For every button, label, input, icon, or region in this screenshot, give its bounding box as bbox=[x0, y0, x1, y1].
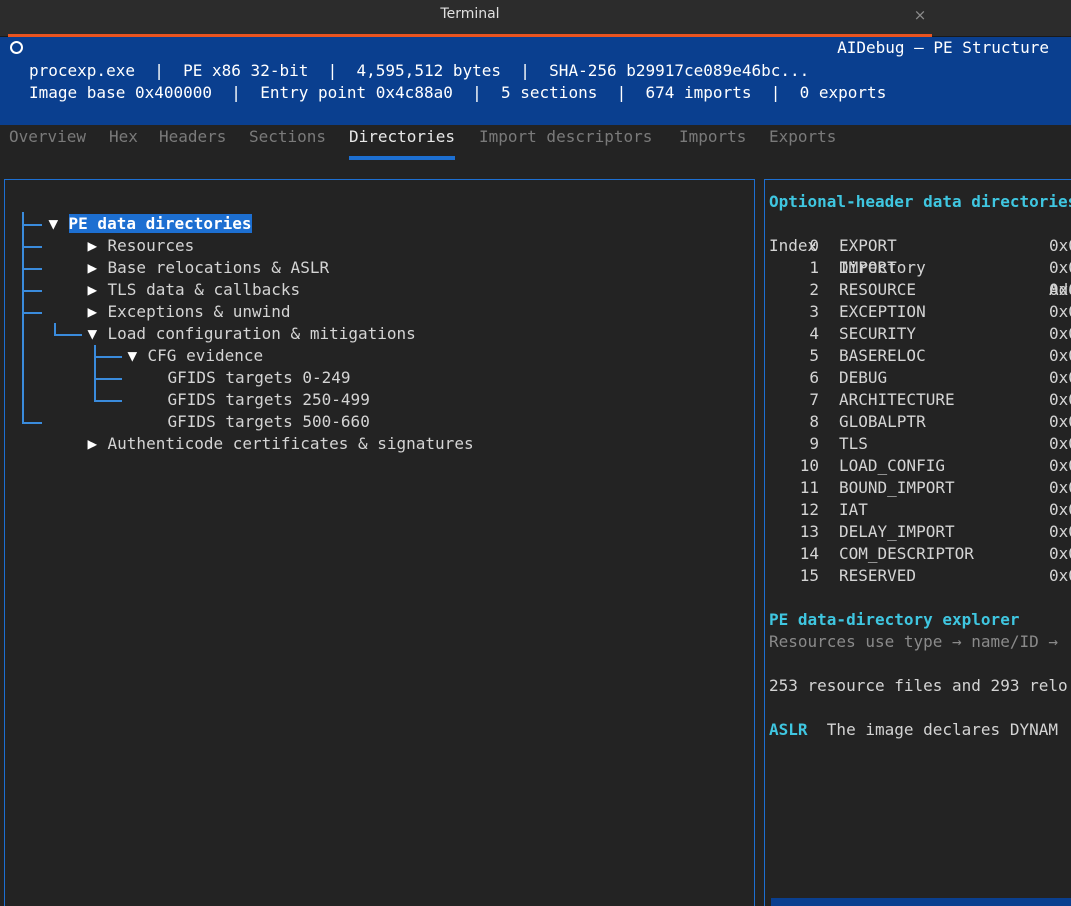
tree-item-authenticode[interactable]: ▶ Authenticode certificates & signatures bbox=[49, 411, 474, 453]
tree-item-gfids-2[interactable]: GFIDS targets 500-660 bbox=[129, 389, 370, 431]
terminal-tab[interactable]: Terminal × bbox=[8, 0, 932, 37]
tree-item-resources[interactable]: ▶ Resources bbox=[49, 213, 195, 255]
dir-address: 0x0 bbox=[1049, 258, 1071, 277]
directories-table-header: Index Directory Address bbox=[769, 213, 1071, 299]
dir-index: 7 bbox=[809, 390, 819, 409]
dir-address: 0x0 bbox=[1049, 434, 1071, 453]
aslr-text: The image declares DYNAM bbox=[826, 720, 1058, 739]
dir-address: 0x0 bbox=[1049, 236, 1071, 255]
tree-root[interactable]: ▼ PE data directories bbox=[10, 191, 252, 233]
directories-heading: Optional-header data directories bbox=[769, 192, 1071, 211]
dir-address: 0x0 bbox=[1049, 412, 1071, 431]
tab-exports[interactable]: Exports bbox=[769, 125, 836, 160]
tab-overview[interactable]: Overview bbox=[9, 125, 86, 160]
view-tabs: Overview Hex Headers Sections Directorie… bbox=[0, 125, 1071, 160]
tree-item-cfg-evidence[interactable]: ▼ CFG evidence bbox=[89, 323, 264, 365]
dir-name: IAT bbox=[839, 500, 868, 519]
dir-address: 0x0 bbox=[1049, 390, 1071, 409]
status-circle-icon bbox=[10, 41, 23, 54]
dir-index: 6 bbox=[809, 368, 819, 387]
dir-name: EXCEPTION bbox=[839, 302, 926, 321]
dir-address: 0x0 bbox=[1049, 302, 1071, 321]
tab-hex[interactable]: Hex bbox=[109, 125, 138, 160]
dir-name: SECURITY bbox=[839, 324, 917, 343]
panel-scrollbar[interactable] bbox=[771, 898, 1071, 906]
directory-details-panel: Optional-header data directories Index D… bbox=[764, 179, 1071, 906]
tree-item-gfids-0[interactable]: GFIDS targets 0-249 bbox=[129, 345, 351, 387]
dir-name: EXPORT bbox=[839, 236, 897, 255]
dir-index: 8 bbox=[809, 412, 819, 431]
tree-guide-branch bbox=[22, 290, 42, 292]
dir-address: 0x0 bbox=[1049, 522, 1071, 541]
tab-import-descriptors[interactable]: Import descriptors bbox=[479, 125, 652, 160]
explorer-subtitle: Resources use type → name/ID → bbox=[769, 632, 1058, 651]
app-header: AIDebug — PE Structure bbox=[0, 37, 1071, 59]
aslr-label: ASLR bbox=[769, 720, 808, 739]
tree-item-exceptions[interactable]: ▶ Exceptions & unwind bbox=[49, 279, 291, 321]
chevron-right-icon[interactable]: ▶ bbox=[88, 433, 108, 455]
tree-guide-branch bbox=[22, 268, 42, 270]
close-icon[interactable]: × bbox=[910, 5, 930, 25]
dir-index: 11 bbox=[799, 478, 819, 497]
tree-guide-branch bbox=[22, 422, 42, 424]
dir-index: 9 bbox=[809, 434, 819, 453]
file-summary: procexp.exe | PE x86 32-bit | 4,595,512 … bbox=[0, 59, 1071, 125]
tree-guide-branch bbox=[22, 312, 42, 314]
dir-name: TLS bbox=[839, 434, 868, 453]
tab-sections[interactable]: Sections bbox=[249, 125, 326, 160]
tab-directories[interactable]: Directories bbox=[349, 125, 455, 160]
dir-index: 2 bbox=[809, 280, 819, 299]
explorer-stats: 253 resource files and 293 relo bbox=[769, 676, 1068, 695]
dir-name: RESERVED bbox=[839, 566, 917, 585]
dir-address: 0x0 bbox=[1049, 478, 1071, 497]
dir-name: LOAD_CONFIG bbox=[839, 456, 945, 475]
summary-line-1: procexp.exe | PE x86 32-bit | 4,595,512 … bbox=[29, 61, 810, 80]
explorer-heading: PE data-directory explorer bbox=[769, 610, 1020, 629]
dir-index: 5 bbox=[809, 346, 819, 365]
tab-imports[interactable]: Imports bbox=[679, 125, 746, 160]
tab-headers[interactable]: Headers bbox=[159, 125, 226, 160]
dir-index: 12 bbox=[799, 500, 819, 519]
explorer-aslr-line: ASLR The image declares DYNAM bbox=[769, 719, 1058, 741]
tree-item-gfids-1[interactable]: GFIDS targets 250-499 bbox=[129, 367, 370, 409]
dir-index: 14 bbox=[799, 544, 819, 563]
dir-address: 0x0 bbox=[1049, 566, 1071, 585]
dir-index: 1 bbox=[809, 258, 819, 277]
dir-name: ARCHITECTURE bbox=[839, 390, 955, 409]
dir-address: 0x0 bbox=[1049, 500, 1071, 519]
dir-address: 0x0 bbox=[1049, 280, 1071, 299]
dir-name: DEBUG bbox=[839, 368, 888, 387]
terminal-tab-title: Terminal bbox=[440, 6, 500, 22]
tree-item-base-relocations[interactable]: ▶ Base relocations & ASLR bbox=[49, 235, 330, 277]
dir-name: BOUND_IMPORT bbox=[839, 478, 955, 497]
dir-name: RESOURCE bbox=[839, 280, 917, 299]
dir-index: 3 bbox=[809, 302, 819, 321]
dir-name: COM_DESCRIPTOR bbox=[839, 544, 974, 563]
dir-address: 0x0 bbox=[1049, 346, 1071, 365]
dir-index: 0 bbox=[809, 236, 819, 255]
dir-address: 0x0 bbox=[1049, 544, 1071, 563]
dir-index: 10 bbox=[799, 456, 819, 475]
dir-address: 0x0 bbox=[1049, 324, 1071, 343]
summary-line-2: Image base 0x400000 | Entry point 0x4c88… bbox=[29, 83, 887, 102]
dir-index: 15 bbox=[799, 566, 819, 585]
dir-address: 0x0 bbox=[1049, 456, 1071, 475]
dir-name: BASERELOC bbox=[839, 346, 926, 365]
dir-address: 0x0 bbox=[1049, 368, 1071, 387]
tree-item-load-configuration[interactable]: ▼ Load configuration & mitigations bbox=[49, 301, 416, 343]
tree-guide-branch bbox=[94, 400, 122, 402]
dir-index: 13 bbox=[799, 522, 819, 541]
app-title: AIDebug — PE Structure bbox=[837, 38, 1049, 57]
dir-index: 4 bbox=[809, 324, 819, 343]
directories-tree-panel: ▼ PE data directories ▶ Resources ▶ Base re… bbox=[4, 179, 755, 906]
dir-name: GLOBALPTR bbox=[839, 412, 926, 431]
dir-name: IMPORT bbox=[839, 258, 897, 277]
dir-name: DELAY_IMPORT bbox=[839, 522, 955, 541]
window-titlebar: Terminal × bbox=[0, 0, 1071, 37]
tree-item-tls[interactable]: ▶ TLS data & callbacks bbox=[49, 257, 301, 299]
